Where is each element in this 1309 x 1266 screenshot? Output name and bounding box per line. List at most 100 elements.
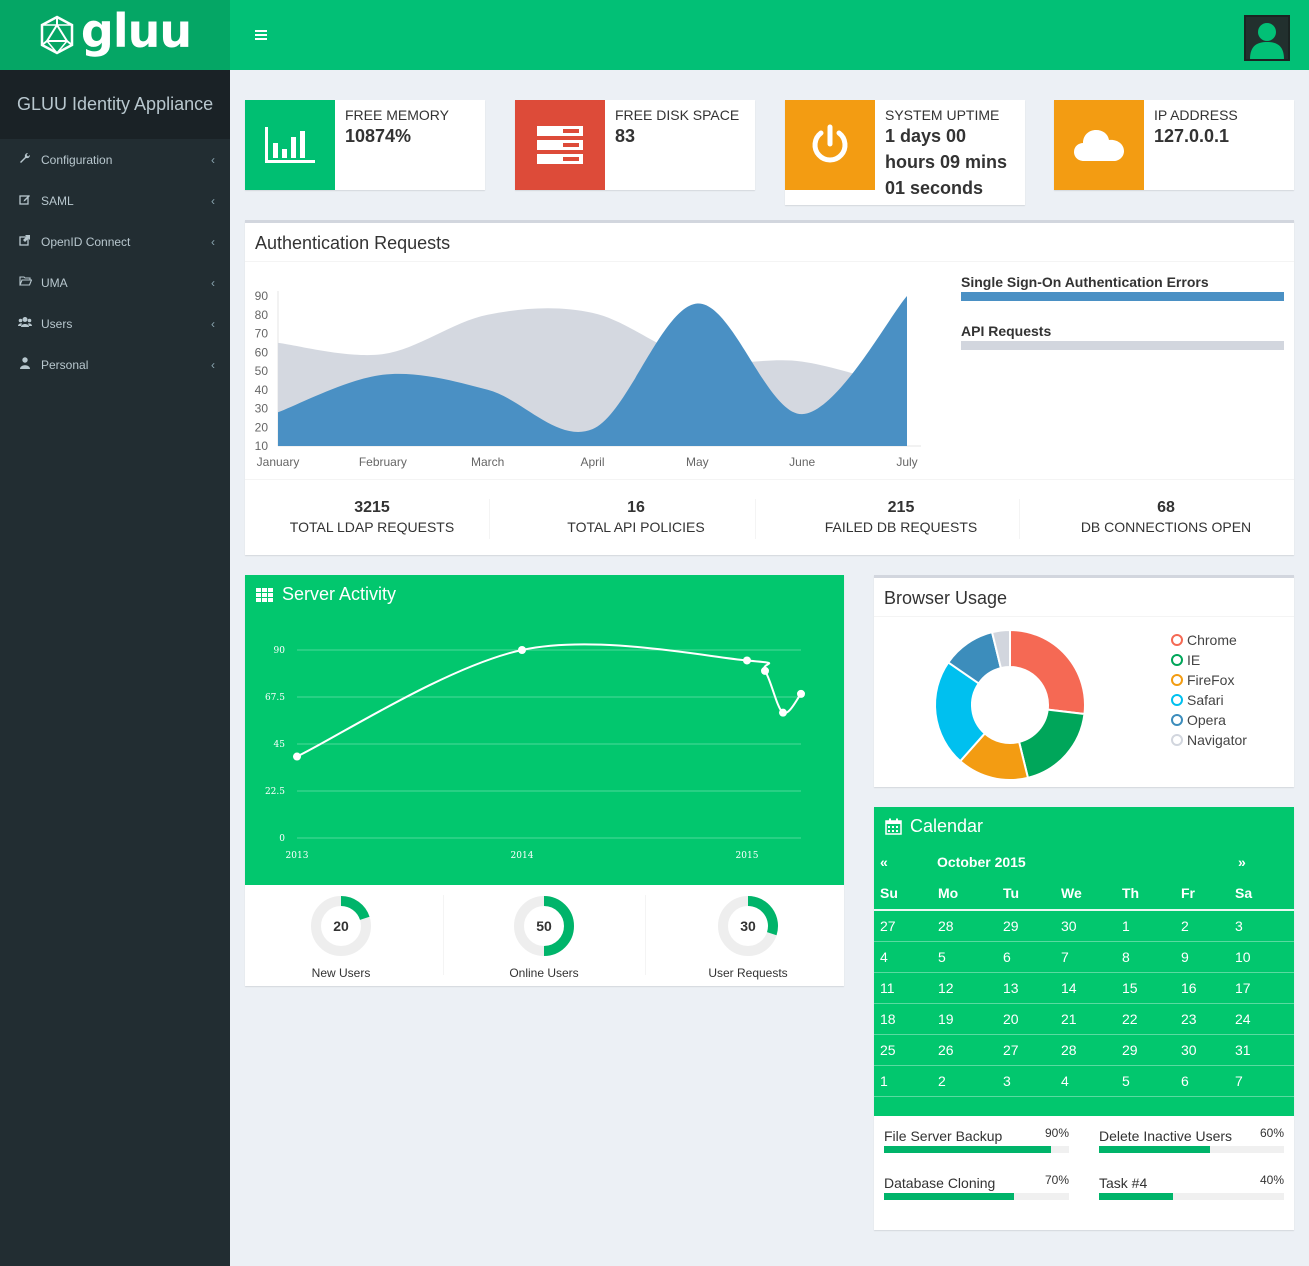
calendar-prev-button[interactable]: « [880,854,888,870]
calendar-day[interactable]: 3 [1229,910,1294,941]
gluu-logo-icon [40,15,74,55]
calendar-week-row: 4 5 6 7 8 9 10 [874,941,1294,972]
y-tick-label: 30 [255,402,269,416]
calendar-day[interactable]: 6 [1175,1065,1229,1096]
info-box-free-disk-space: FREE DISK SPACE 83 [515,100,755,190]
edit-icon [17,193,33,208]
info-box-value: 127.0.0.1 [1154,126,1230,146]
task-percent: 60% [1259,1126,1284,1140]
calendar-day[interactable]: 4 [1055,1065,1116,1096]
calendar-day[interactable]: 29 [1116,1034,1175,1065]
box-title: Server Activity [282,584,397,604]
knob-fill [340,896,370,921]
task-percent: 90% [1044,1126,1069,1140]
calendar-day[interactable]: 1 [1116,910,1175,941]
knob-user-requests: 30 User Requests [648,895,848,980]
calendar-day[interactable]: 27 [997,1034,1055,1065]
knob-online-users: 50 Online Users [444,895,644,980]
calendar-day[interactable]: 27 [874,910,932,941]
sidebar-item-personal[interactable]: Personal ‹ [0,344,230,385]
knob-label: User Requests [708,966,788,980]
circle-outline-icon [1171,674,1183,686]
sidebar-item-openid-connect[interactable]: OpenID Connect ‹ [0,221,230,262]
info-box-ip-address: IP ADDRESS 127.0.0.1 [1054,100,1294,190]
calendar-day[interactable]: 31 [1229,1034,1294,1065]
sidebar-item-saml[interactable]: SAML ‹ [0,180,230,221]
sidebar-item-configuration[interactable]: Configuration ‹ [0,139,230,180]
calendar-day[interactable]: 12 [932,972,997,1003]
info-box-value-line-3: 01 seconds [885,178,984,198]
calendar-day[interactable]: 29 [997,910,1055,941]
legend-item-chrome: Chrome [1171,630,1247,650]
hamburger-icon[interactable] [255,24,267,47]
legend-label: FireFox [1187,672,1235,688]
task-delete-inactive-users: Delete Inactive Users 60% [1099,1126,1284,1153]
task-file-server-backup: File Server Backup 90% [884,1126,1069,1153]
logo-text: gluu [80,4,192,58]
calendar-day[interactable]: 23 [1175,1003,1229,1034]
calendar-month-label[interactable]: October 2015 [937,854,1026,870]
calendar-day[interactable]: 15 [1116,972,1175,1003]
calendar-day[interactable]: 18 [874,1003,932,1034]
bar-chart-icon [245,100,335,190]
info-box-value: 83 [615,126,636,146]
task-progress-bar [1099,1193,1284,1200]
sidebar-item-users[interactable]: Users ‹ [0,303,230,344]
knob-value: 20 [333,918,349,934]
calendar-day[interactable]: 4 [874,941,932,972]
calendar-next-button[interactable]: » [1238,854,1246,870]
data-point [779,708,787,717]
sidebar-item-label: Configuration [41,152,113,167]
sidebar-item-label: SAML [41,193,74,208]
calendar-day[interactable]: 24 [1229,1003,1294,1034]
calendar-day[interactable]: 8 [1116,941,1175,972]
calendar-day[interactable]: 13 [997,972,1055,1003]
calendar-day[interactable]: 21 [1055,1003,1116,1034]
calendar-day[interactable]: 14 [1055,972,1116,1003]
folder-open-icon [17,275,33,290]
calendar-day[interactable]: 2 [932,1065,997,1096]
calendar-day[interactable]: 22 [1116,1003,1175,1034]
sidebar-item-uma[interactable]: UMA ‹ [0,262,230,303]
weekday-header: We [1055,877,1116,911]
calendar-day[interactable]: 3 [997,1065,1055,1096]
calendar-day[interactable]: 28 [932,910,997,941]
x-tick-label: March [471,455,504,469]
calendar-day[interactable]: 1 [874,1065,932,1096]
task-4: Task #4 40% [1099,1173,1284,1200]
calendar-day[interactable]: 9 [1175,941,1229,972]
calendar-day[interactable]: 16 [1175,972,1229,1003]
stat-value: 3215 [354,499,390,516]
logo[interactable]: gluu [0,0,230,70]
calendar-day[interactable]: 6 [997,941,1055,972]
calendar-day[interactable]: 2 [1175,910,1229,941]
user-avatar-icon[interactable] [1244,15,1290,61]
server-activity-box: Server Activity 0 22.5 45 67.5 90 2013 2014 201… [245,575,844,986]
y-tick-label: 80 [255,308,269,322]
calendar-day[interactable]: 5 [1116,1065,1175,1096]
calendar-day[interactable]: 11 [874,972,932,1003]
stat-total-ldap-requests: 3215 TOTAL LDAP REQUESTS [247,499,497,535]
calendar-day[interactable]: 19 [932,1003,997,1034]
legend-item-navigator: Navigator [1171,730,1247,750]
data-point [797,689,805,698]
calendar-day[interactable]: 7 [1055,941,1116,972]
calendar-day[interactable]: 26 [932,1034,997,1065]
calendar-icon [885,818,902,835]
weekday-header: Tu [997,877,1055,911]
calendar-day[interactable]: 28 [1055,1034,1116,1065]
calendar-day[interactable]: 10 [1229,941,1294,972]
calendar-day[interactable]: 7 [1229,1065,1294,1096]
calendar-day[interactable]: 30 [1175,1034,1229,1065]
weekday-header: Th [1116,877,1175,911]
data-point [518,646,526,654]
server-icon [515,100,605,190]
calendar-day[interactable]: 17 [1229,972,1294,1003]
chevron-left-icon: ‹ [211,235,215,249]
legend-label: Navigator [1187,732,1247,748]
calendar-day[interactable]: 20 [997,1003,1055,1034]
calendar-day[interactable]: 30 [1055,910,1116,941]
calendar-day[interactable]: 5 [932,941,997,972]
calendar-day[interactable]: 25 [874,1034,932,1065]
y-tick-label: 20 [255,420,269,434]
